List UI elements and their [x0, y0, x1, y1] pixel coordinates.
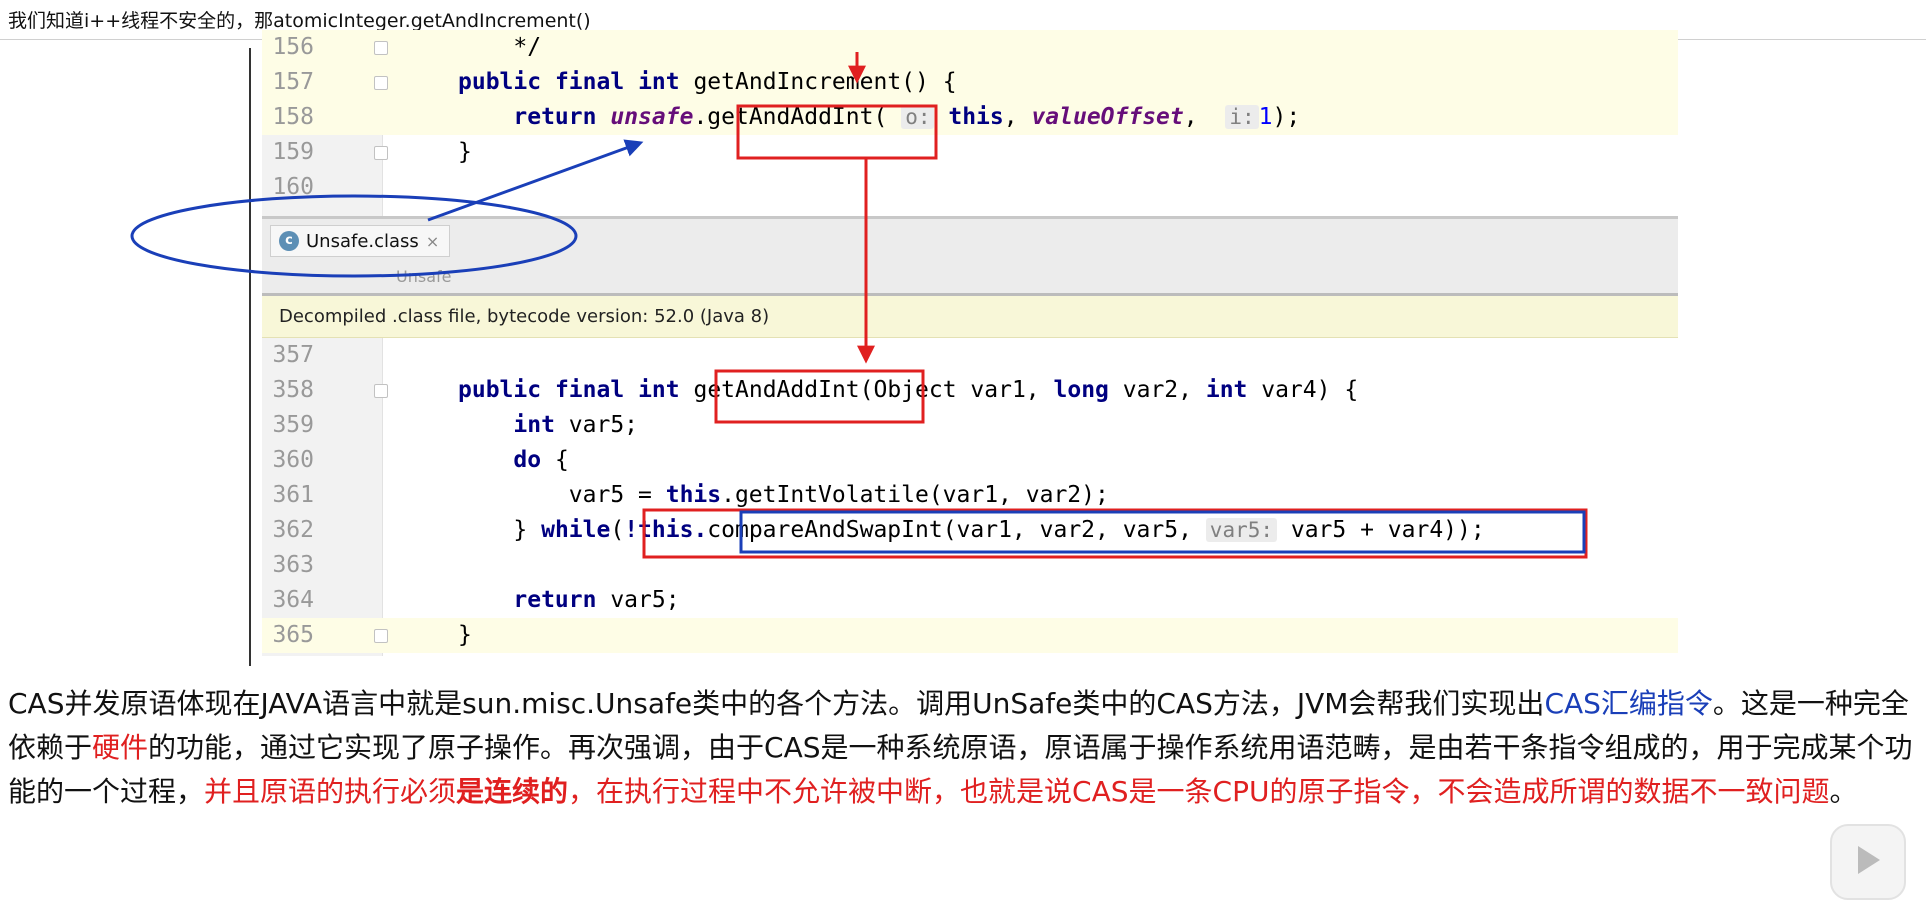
play-button[interactable]: [1830, 824, 1906, 900]
highlight-box-compareandswapint: [739, 510, 1586, 554]
explanation-paragraph: CAS并发原语体现在JAVA语言中就是sun.misc.Unsafe类中的各个方…: [8, 687, 1913, 808]
highlight-box-getandaddint-decl: [714, 369, 925, 424]
highlight-box-while-condition: [642, 508, 1588, 559]
arrow-tab-to-unsafe: [427, 139, 644, 222]
highlight-ellipse-unsafe-tab: [130, 194, 578, 278]
highlight-box-getandaddint-call: [736, 104, 938, 160]
